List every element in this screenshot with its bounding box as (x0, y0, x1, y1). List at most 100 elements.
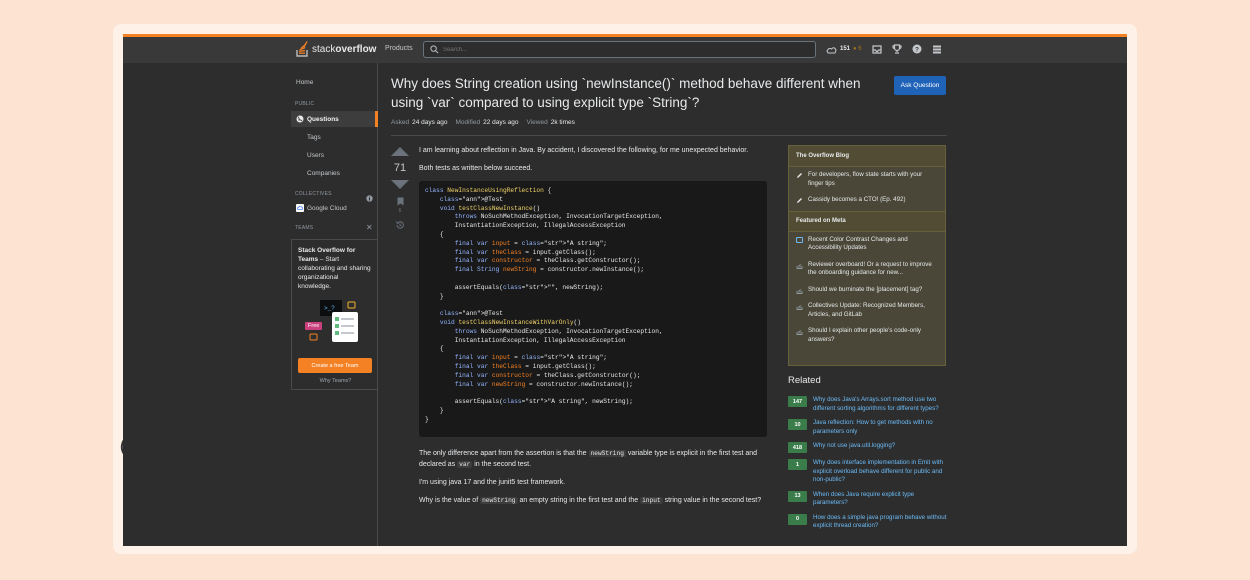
blog-list: For developers, flow state starts with y… (789, 167, 945, 209)
related-question[interactable]: 418 Why not use java.util.logging? (788, 442, 948, 453)
blog-item-text: Cassidy becomes a CTO! (Ep. 492) (808, 196, 906, 203)
ask-question-button[interactable]: Ask Question (894, 76, 946, 95)
related-heading: Related (788, 375, 821, 386)
search-box[interactable] (423, 41, 816, 58)
sidebar-section-public: PUBLIC (295, 101, 315, 107)
sidebar-item-users[interactable]: Users (307, 152, 324, 159)
user-reputation[interactable]: 151 ● 6 (826, 45, 862, 54)
related-question-link[interactable]: When does Java require explicit type par… (813, 491, 948, 508)
products-menu[interactable]: Products (385, 45, 413, 52)
viewed-value: 2k times (550, 119, 575, 126)
related-question[interactable]: 0 How does a simple java program behave w… (788, 513, 948, 531)
code-line: assertEquals(class="str">"A string" (425, 398, 585, 406)
vote-count: 71 (393, 162, 407, 174)
history-icon[interactable] (395, 220, 405, 230)
answer-score-badge: 0 (788, 513, 807, 525)
sidebar-item-tags[interactable]: Tags (307, 134, 321, 141)
meta-stack-icon (796, 286, 803, 295)
inline-code: input (640, 497, 663, 504)
post-paragraph: Both tests as written below succeed. (419, 165, 533, 172)
answer-score-badge: 1 (788, 459, 807, 470)
meta-item[interactable]: Should we burninate the [placement] tag? (789, 282, 945, 299)
stack-logo-icon (296, 41, 309, 57)
code-line: InstantiationException, IllegalAccessExc… (425, 336, 626, 344)
upvote-arrow-icon[interactable] (391, 147, 409, 156)
sidebar-item-google-cloud[interactable]: Google Cloud (296, 204, 347, 212)
top-bar: stackoverflow Products 151 ● 6 ? (123, 37, 1127, 63)
why-teams-link[interactable]: Why Teams? (292, 378, 379, 384)
blog-heading: The Overflow Blog (789, 146, 945, 167)
answer-score-badge: 13 (788, 490, 807, 502)
svg-text:?: ? (915, 46, 919, 53)
teams-promo-text: Stack Overflow for Teams – Start collabo… (298, 246, 371, 291)
code-line: void testClassNewInstanceWithVarOnly() (439, 318, 581, 326)
related-question-link[interactable]: Why not use java.util.logging? (813, 442, 895, 453)
modified-label: Modified (455, 119, 481, 126)
code-line: final var theClass = input.getClass(); (454, 362, 596, 370)
sidebar-item-questions[interactable]: Questions (291, 111, 378, 127)
sidebar-item-label: Questions (307, 115, 339, 123)
related-question[interactable]: 1 Why does interface implementation in Em… (788, 459, 948, 485)
code-line: final String newString = constructor.new… (454, 266, 645, 274)
meta-item[interactable]: Collectives Update: Recognized Members, … (789, 298, 945, 323)
blog-item[interactable]: Cassidy becomes a CTO! (Ep. 492) (789, 192, 945, 209)
meta-item[interactable]: Recent Color Contrast Changes and Access… (789, 232, 945, 257)
sidebar-item-home[interactable]: Home (296, 79, 313, 86)
meta-item[interactable]: Reviewer overboard! Or a request to impr… (789, 257, 945, 282)
code-line: { (425, 345, 444, 353)
create-team-button[interactable]: Create a free Team (298, 358, 372, 373)
sidebar-section-teams: TEAMS (295, 225, 314, 231)
meta-stack-icon (796, 327, 803, 344)
pencil-icon (796, 196, 803, 205)
question-title[interactable]: Why does String creation using `newInsta… (391, 74, 891, 112)
sidebar-item-companies[interactable]: Companies (307, 170, 340, 177)
meta-item[interactable]: Should I explain other people's code-onl… (789, 323, 945, 348)
related-question[interactable]: 147 Why does Java's Arrays.sort method us… (788, 396, 948, 413)
post-paragraph: I'm using java 17 and the junit5 test fr… (419, 479, 566, 486)
code-line: final var theClass = input.getClass(); (454, 248, 596, 256)
related-question[interactable]: 10 Java reflection: How to get methods wi… (788, 419, 948, 436)
code-line: } (425, 292, 444, 300)
downvote-arrow-icon[interactable] (391, 180, 409, 189)
google-cloud-icon (296, 204, 304, 212)
sidebar-section-collectives: COLLECTIVES (295, 191, 332, 197)
meta-item-text: Recent Color Contrast Changes and Access… (808, 235, 908, 252)
globe-icon (296, 115, 304, 123)
close-icon[interactable]: ✕ (366, 223, 373, 232)
text-span: Why is the value of (419, 497, 481, 504)
achievements-trophy-icon[interactable] (892, 44, 902, 54)
text-span: string value in the second test? (662, 497, 762, 504)
help-icon[interactable]: ? (912, 44, 922, 54)
svg-text:>_?: >_? (324, 305, 335, 312)
code-line: InstantiationException, IllegalAccessExc… (425, 222, 626, 230)
related-question-link[interactable]: Why does interface implementation in Emi… (813, 459, 948, 485)
meta-item-text: Should we burninate the [placement] tag? (808, 285, 923, 293)
code-line: final var constructor = theClass.getCons… (454, 371, 641, 379)
code-line: class="ann">@Test (439, 195, 503, 203)
top-icons: 151 ● 6 ? (826, 44, 942, 54)
bookmark-icon[interactable] (397, 197, 404, 206)
site-logo[interactable]: stackoverflow (296, 41, 376, 57)
code-line: throws NoSuchMethodException, Invocation… (454, 213, 663, 221)
modified-value[interactable]: 22 days ago (483, 119, 518, 126)
pencil-icon (796, 171, 803, 188)
info-icon[interactable] (366, 189, 373, 207)
post-paragraph: The only difference apart from the asser… (419, 448, 769, 470)
code-block: class NewInstanceUsingReflection { class… (419, 181, 767, 437)
meta-item-text: Should I explain other people's code-onl… (808, 327, 921, 343)
related-question-link[interactable]: Why does Java's Arrays.sort method use t… (813, 396, 948, 413)
inbox-icon[interactable] (872, 44, 882, 54)
code-line: final var input = class="str">"A string" (454, 354, 604, 362)
related-question[interactable]: 13 When does Java require explicit type p… (788, 490, 948, 508)
blog-item[interactable]: For developers, flow state starts with y… (789, 167, 945, 192)
site-switcher-icon[interactable] (932, 44, 942, 54)
related-question-link[interactable]: Java reflection: How to get methods with… (813, 419, 948, 436)
sidebar-item-label: Google Cloud (307, 204, 347, 212)
search-input[interactable] (443, 46, 803, 53)
related-question-link[interactable]: How does a simple java program behave wi… (813, 514, 948, 531)
meta-list: Recent Color Contrast Changes and Access… (789, 232, 945, 349)
inline-code: var (457, 461, 473, 468)
logo-prefix: stack (312, 43, 336, 55)
code-line: { (425, 230, 444, 238)
asked-info: Asked 24 days ago (391, 119, 448, 126)
